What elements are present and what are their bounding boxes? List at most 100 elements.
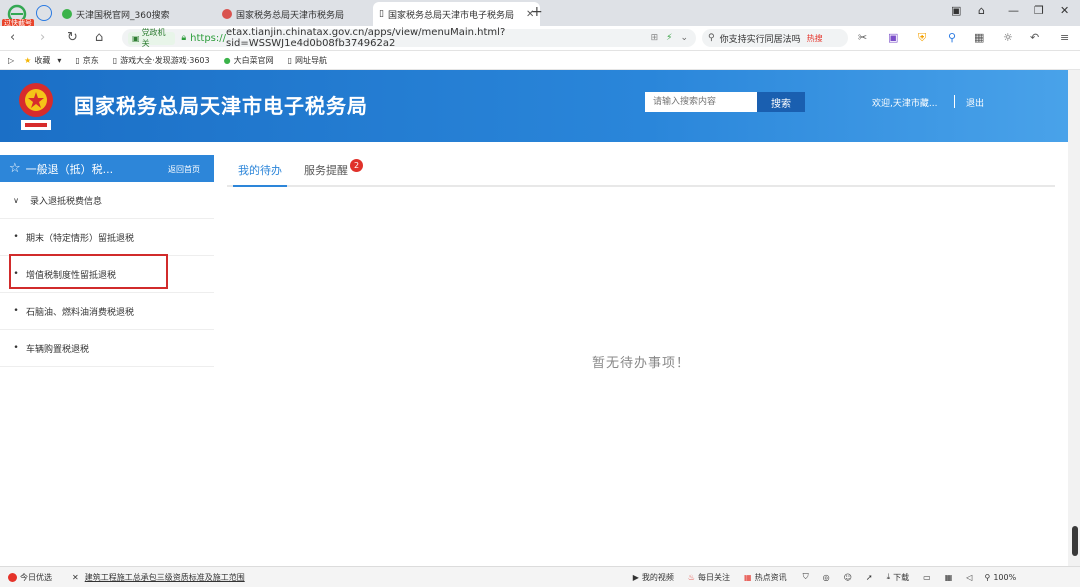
address-bar[interactable]: ▣ 党政机关 🔒︎ https:// etax.tianjin.chinatax.…: [122, 27, 696, 49]
bullet-icon: •: [13, 343, 19, 353]
browser-tab-strip: 过快截号 天津国税官网_360搜索 国家税务总局天津市税务局 ▯ 国家税务总局天…: [0, 0, 1080, 28]
browser-search-box[interactable]: ⚲ 你支持实行同居法吗 热搜: [702, 29, 848, 47]
news-icon: ▦: [744, 572, 752, 582]
reader-icon[interactable]: ⊞: [651, 33, 659, 43]
fire-icon: ♨: [687, 572, 696, 582]
sidebar-header: ☆ 一般退（抵）税... 返回首页: [0, 155, 214, 182]
search-suggestion: 你支持实行同居法吗: [719, 34, 801, 45]
new-tab-icon[interactable]: +: [531, 4, 543, 20]
record-icon[interactable]: ◎: [823, 573, 830, 582]
home-icon[interactable]: ⌂: [95, 30, 103, 45]
sidebar-item-period-end-refund[interactable]: • 期末（特定情形）留抵退税: [0, 219, 214, 256]
site-title: 国家税务总局天津市电子税务局: [74, 94, 368, 118]
gov-badge-icon: ▣: [132, 33, 140, 43]
logout-link[interactable]: 退出: [966, 96, 984, 109]
hot-search-label[interactable]: 热搜: [807, 33, 823, 44]
page-favicon-icon: ▯: [379, 9, 384, 19]
shield-status-icon[interactable]: ⛉: [803, 572, 809, 582]
apps-grid-icon[interactable]: ▦: [974, 31, 984, 44]
close-window-icon[interactable]: ✕: [1060, 4, 1069, 17]
daily-focus[interactable]: ♨ 每日关注: [688, 572, 730, 583]
return-home-link[interactable]: 返回首页: [168, 164, 200, 175]
bookmark-item[interactable]: ▯ 京东: [75, 55, 98, 66]
download-button[interactable]: ⤓ 下载: [887, 572, 910, 583]
main-panel: 我的待办 服务提醒 2 暂无待办事项！: [227, 155, 1055, 586]
minimize-icon[interactable]: —: [1008, 4, 1019, 17]
forward-icon[interactable]: ›: [40, 30, 45, 45]
smile-icon[interactable]: ☺: [844, 573, 852, 582]
today-picks[interactable]: 今日优选: [8, 572, 52, 583]
status-bar: 今日优选 ✕ 建筑工程施工总承包三级资质标准及施工范围 ▶ 我的视频 ♨ 每日关注 …: [0, 566, 1080, 587]
address-toolbar: ‹ › ↻ ⌂ ▣ 党政机关 🔒︎ https:// etax.tianjin.c…: [0, 26, 1080, 51]
tab-service-reminder[interactable]: 服务提醒 2: [293, 159, 363, 185]
notification-badge: 2: [350, 159, 363, 172]
find-icon[interactable]: ⚲: [948, 31, 956, 44]
rocket-icon[interactable]: ➚: [866, 573, 873, 582]
speaker-icon[interactable]: ◁: [966, 573, 972, 582]
scissors-icon[interactable]: ✂: [858, 31, 867, 44]
translate-icon[interactable]: ▣: [888, 31, 898, 44]
reload-icon[interactable]: ↻: [67, 30, 78, 45]
undo-icon[interactable]: ↶: [1030, 31, 1039, 44]
site-search-button[interactable]: 搜索: [757, 92, 805, 112]
back-icon[interactable]: ‹: [10, 30, 15, 45]
sidebar-title: 一般退（抵）税...: [25, 162, 114, 176]
page-icon: ▯: [75, 55, 80, 65]
search-icon: ⚲: [708, 33, 715, 43]
highlight-annotation-box: [9, 254, 168, 289]
lock-icon[interactable]: 🔒︎: [181, 33, 186, 43]
bookmark-item[interactable]: ★ 收藏 ▾: [24, 55, 61, 66]
zoom-level[interactable]: ⚲ 100%: [984, 573, 1016, 582]
chevron-down-icon[interactable]: ⌄: [680, 33, 688, 43]
shield-icon[interactable]: ⛨: [918, 31, 926, 45]
grid-icon[interactable]: ▦: [945, 573, 953, 582]
site-search-input[interactable]: [645, 92, 757, 112]
scrollbar-track[interactable]: [1068, 70, 1080, 568]
browser-tab[interactable]: 国家税务总局天津市税务局: [222, 2, 344, 26]
sidebar-item-naphtha-fuel-oil-refund[interactable]: • 石脑油、燃料油消费税退税: [0, 293, 214, 330]
bullet-icon: •: [13, 306, 19, 316]
restore-icon[interactable]: ❐: [1034, 4, 1044, 17]
bookmark-item[interactable]: ▯ 游戏大全·发现游戏·3603: [113, 55, 210, 66]
dropdown-icon: ▾: [57, 55, 62, 65]
tab-label: 天津国税官网_360搜索: [76, 10, 170, 21]
header-divider: [954, 95, 955, 108]
url-text: etax.tianjin.chinatax.gov.cn/apps/view/m…: [226, 27, 506, 49]
leaf-icon: ●: [223, 55, 231, 65]
navigate-icon[interactable]: [36, 5, 52, 21]
tab-my-todo[interactable]: 我的待办: [227, 162, 293, 187]
sidebar-item-label: 录入退抵税费信息: [30, 196, 103, 207]
browser-tab-active[interactable]: ▯ 国家税务总局天津市电子税务局 ✕: [373, 2, 541, 26]
sidebar-collapse-icon[interactable]: ▷: [8, 56, 14, 65]
bookmarks-bar: ▷ ★ 收藏 ▾ ▯ 京东 ▯ 游戏大全·发现游戏·3603 ● 大白菜官网 ▯ 网址导航: [0, 51, 1080, 70]
news-link[interactable]: 建筑工程施工总承包三级资质标准及施工范围: [85, 572, 245, 583]
sidebar-item-vehicle-purchase-refund[interactable]: • 车辆购置税退税: [0, 330, 214, 367]
browser-tab[interactable]: 天津国税官网_360搜索: [62, 2, 170, 26]
hot-news[interactable]: ▦ 热点资讯: [744, 572, 787, 583]
sidebar-item-label: 期末（特定情形）留抵退税: [26, 233, 135, 244]
search-favicon-icon: [62, 9, 72, 19]
bookmark-item[interactable]: ● 大白菜官网: [224, 55, 274, 66]
download-icon: ⤓: [886, 572, 891, 581]
close-icon[interactable]: ✕: [72, 573, 79, 582]
site-header: 国家税务总局天津市电子税务局 搜索 欢迎,天津市藏... 退出: [0, 70, 1080, 142]
content-tabs: 我的待办 服务提醒 2: [227, 155, 1055, 187]
welcome-text[interactable]: 欢迎,天津市藏...: [872, 96, 937, 109]
url-scheme: https://: [190, 32, 226, 44]
sidebar-item-label: 石脑油、燃料油消费税退税: [26, 307, 135, 318]
sidebar-item-enter-refund-info[interactable]: ∨ 录入退抵税费信息: [0, 182, 214, 219]
my-video[interactable]: ▶ 我的视频: [633, 572, 674, 583]
menu-icon[interactable]: ≡: [1060, 31, 1069, 44]
sidebar-toggle-icon[interactable]: ▣: [951, 4, 961, 17]
sidebar: ☆ 一般退（抵）税... 返回首页 ∨ 录入退抵税费信息 • 期末（特定情形）留…: [0, 155, 214, 586]
emblem-favicon-icon: [222, 9, 232, 19]
tab-label: 国家税务总局天津市电子税务局: [387, 10, 514, 21]
bullet-icon: •: [13, 232, 19, 242]
window-icon[interactable]: ▭: [923, 573, 931, 582]
tax-emblem-icon: [19, 83, 53, 130]
lightning-icon[interactable]: ⚡: [666, 33, 672, 43]
shirt-icon[interactable]: ⌂: [978, 4, 985, 17]
bookmark-item[interactable]: ▯ 网址导航: [288, 55, 327, 66]
scrollbar-thumb[interactable]: [1072, 526, 1078, 556]
brightness-icon[interactable]: ☼: [1003, 31, 1013, 44]
